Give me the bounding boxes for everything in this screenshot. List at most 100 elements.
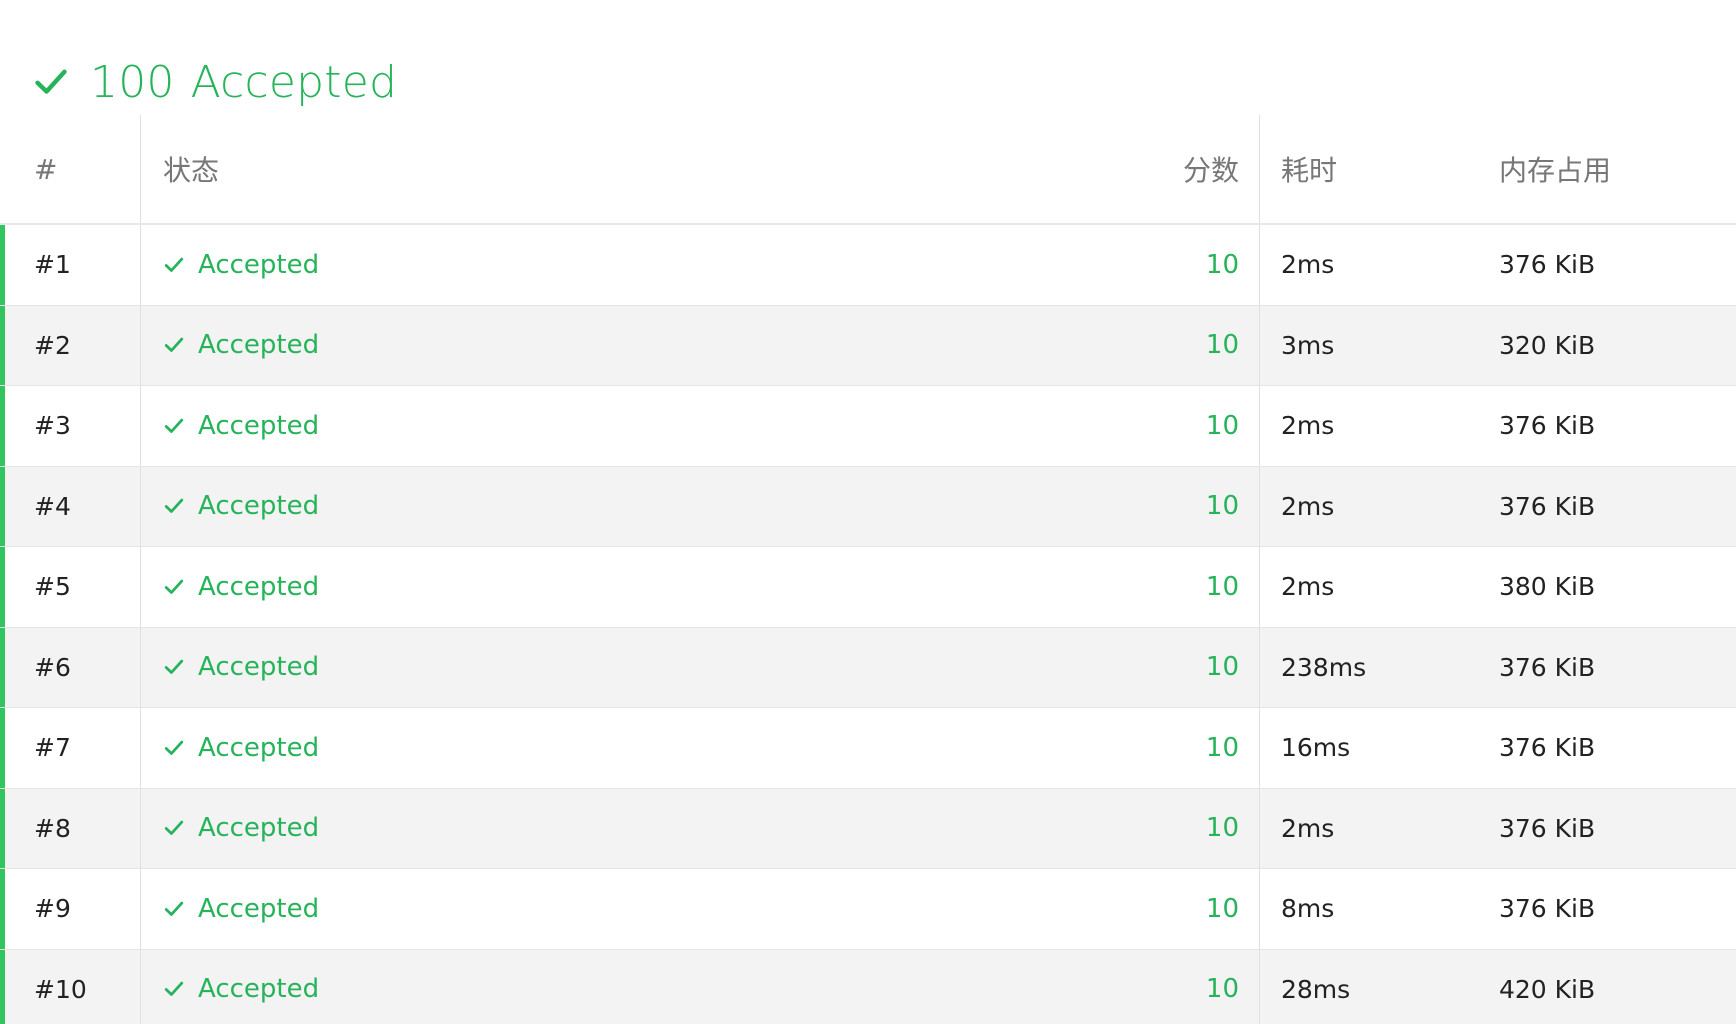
testcase-score-wrap: 10 bbox=[1206, 708, 1239, 788]
testcase-status-cell: Accepted bbox=[141, 869, 1259, 949]
testcase-status: Accepted bbox=[198, 732, 320, 763]
testcase-index-cell: #8 bbox=[0, 788, 141, 868]
testcase-table: # 状态 分数 耗时 内存占用 #1 Accepted 10 2ms 376 K… bbox=[0, 115, 1736, 1024]
check-icon bbox=[164, 901, 184, 916]
testcase-status: Accepted bbox=[198, 491, 320, 522]
testcase-index: #6 bbox=[34, 652, 71, 682]
testcase-status: Accepted bbox=[198, 249, 320, 280]
testcase-memory-cell: 376 KiB bbox=[1499, 708, 1736, 788]
header-status-label: 状态 bbox=[163, 154, 220, 187]
testcase-index-cell: #10 bbox=[0, 949, 141, 1024]
testcase-score: 10 bbox=[1205, 571, 1239, 602]
testcase-status-cell: Accepted bbox=[141, 950, 1259, 1024]
testcase-status: Accepted bbox=[198, 571, 320, 602]
submission-result-page: 100 Accepted # 状态 分数 耗时 内存占用 #1 Accepted… bbox=[0, 0, 1736, 1024]
testcase-memory-cell: 380 KiB bbox=[1499, 547, 1736, 627]
testcase-index: #3 bbox=[34, 411, 71, 441]
check-icon bbox=[164, 740, 184, 755]
table-row[interactable]: #1 Accepted 10 2ms 376 KiB bbox=[0, 225, 1736, 306]
table-header-row: # 状态 分数 耗时 内存占用 bbox=[0, 115, 1736, 225]
testcase-index: #7 bbox=[34, 733, 71, 763]
testcase-score: 10 bbox=[1205, 732, 1239, 763]
testcase-score: 10 bbox=[1205, 491, 1239, 522]
testcase-time: 28ms bbox=[1281, 974, 1351, 1004]
testcase-memory-cell: 376 KiB bbox=[1499, 789, 1736, 869]
testcase-memory: 376 KiB bbox=[1499, 411, 1596, 441]
testcase-score-wrap: 10 bbox=[1206, 467, 1239, 547]
table-row[interactable]: #2 Accepted 10 3ms 320 KiB bbox=[0, 305, 1736, 386]
testcase-memory: 376 KiB bbox=[1499, 733, 1596, 763]
check-icon bbox=[35, 69, 67, 94]
testcase-index: #9 bbox=[34, 894, 71, 924]
check-icon bbox=[164, 579, 184, 594]
header-time-label: 耗时 bbox=[1281, 154, 1338, 187]
testcase-memory-cell: 376 KiB bbox=[1499, 869, 1736, 949]
testcase-time-cell: 2ms bbox=[1259, 466, 1499, 546]
testcase-time-cell: 16ms bbox=[1259, 708, 1499, 788]
testcase-status-cell: Accepted bbox=[141, 306, 1259, 386]
testcase-memory-cell: 320 KiB bbox=[1499, 306, 1736, 386]
testcase-status-cell: Accepted bbox=[141, 708, 1259, 788]
header-memory-label: 内存占用 bbox=[1499, 154, 1612, 187]
table-row[interactable]: #9 Accepted 10 8ms 376 KiB bbox=[0, 869, 1736, 950]
table-row[interactable]: #3 Accepted 10 2ms 376 KiB bbox=[0, 386, 1736, 467]
testcase-index-cell: #3 bbox=[0, 386, 141, 466]
table-row[interactable]: #4 Accepted 10 2ms 376 KiB bbox=[0, 466, 1736, 547]
testcase-status-cell: Accepted bbox=[141, 386, 1259, 466]
testcase-index-cell: #5 bbox=[0, 547, 141, 627]
testcase-status: Accepted bbox=[198, 893, 320, 924]
testcase-memory: 376 KiB bbox=[1499, 250, 1596, 280]
table-row[interactable]: #7 Accepted 10 16ms 376 KiB bbox=[0, 708, 1736, 789]
testcase-memory-cell: 420 KiB bbox=[1499, 950, 1736, 1024]
check-icon bbox=[164, 418, 184, 433]
table-row[interactable]: #8 Accepted 10 2ms 376 KiB bbox=[0, 788, 1736, 869]
check-icon bbox=[164, 257, 184, 272]
testcase-score-wrap: 10 bbox=[1206, 789, 1239, 869]
testcase-index: #4 bbox=[34, 491, 71, 521]
testcase-score: 10 bbox=[1205, 974, 1239, 1005]
table-row[interactable]: #6 Accepted 10 238ms 376 KiB bbox=[0, 627, 1736, 708]
testcase-time-cell: 2ms bbox=[1259, 547, 1499, 627]
testcase-time: 3ms bbox=[1281, 330, 1335, 360]
testcase-status-cell: Accepted bbox=[141, 225, 1259, 305]
testcase-memory-cell: 376 KiB bbox=[1499, 467, 1736, 547]
testcase-time: 2ms bbox=[1281, 813, 1335, 843]
testcase-memory: 376 KiB bbox=[1499, 491, 1596, 521]
testcase-score-wrap: 10 bbox=[1206, 386, 1239, 466]
testcase-time-cell: 238ms bbox=[1259, 627, 1499, 707]
testcase-score-wrap: 10 bbox=[1206, 628, 1239, 708]
testcase-memory: 380 KiB bbox=[1499, 572, 1596, 602]
header-score-wrap: 分数 bbox=[1183, 115, 1239, 223]
testcase-time-cell: 8ms bbox=[1259, 869, 1499, 949]
testcase-score: 10 bbox=[1205, 893, 1239, 924]
testcase-index: #5 bbox=[34, 572, 71, 602]
testcase-time-cell: 28ms bbox=[1259, 949, 1499, 1024]
testcase-index-cell: #9 bbox=[0, 869, 141, 949]
testcase-memory-cell: 376 KiB bbox=[1499, 628, 1736, 708]
testcase-memory: 320 KiB bbox=[1499, 330, 1596, 360]
testcase-score: 10 bbox=[1205, 249, 1239, 280]
testcase-status-cell: Accepted bbox=[141, 789, 1259, 869]
testcase-index: #2 bbox=[34, 330, 71, 360]
testcase-index-cell: #6 bbox=[0, 627, 141, 707]
header-time: 耗时 bbox=[1259, 115, 1499, 223]
testcase-index-cell: #4 bbox=[0, 466, 141, 546]
testcase-time-cell: 2ms bbox=[1259, 386, 1499, 466]
testcase-score-wrap: 10 bbox=[1206, 547, 1239, 627]
testcase-score: 10 bbox=[1205, 410, 1239, 441]
table-row[interactable]: #10 Accepted 10 28ms 420 KiB bbox=[0, 949, 1736, 1024]
check-icon bbox=[164, 659, 184, 675]
table-row[interactable]: #5 Accepted 10 2ms 380 KiB bbox=[0, 547, 1736, 628]
testcase-time-cell: 3ms bbox=[1259, 305, 1499, 385]
testcase-status: Accepted bbox=[198, 652, 320, 683]
testcase-time: 2ms bbox=[1281, 491, 1335, 521]
testcase-time: 238ms bbox=[1281, 652, 1367, 682]
testcase-index-cell: #7 bbox=[0, 708, 141, 788]
testcase-score-wrap: 10 bbox=[1206, 225, 1239, 305]
submission-summary: 100 Accepted bbox=[32, 52, 397, 112]
testcase-index-cell: #1 bbox=[0, 225, 141, 305]
testcase-score: 10 bbox=[1205, 652, 1239, 683]
testcase-status-cell: Accepted bbox=[141, 628, 1259, 708]
header-index: # bbox=[0, 115, 141, 223]
testcase-status: Accepted bbox=[198, 330, 320, 361]
